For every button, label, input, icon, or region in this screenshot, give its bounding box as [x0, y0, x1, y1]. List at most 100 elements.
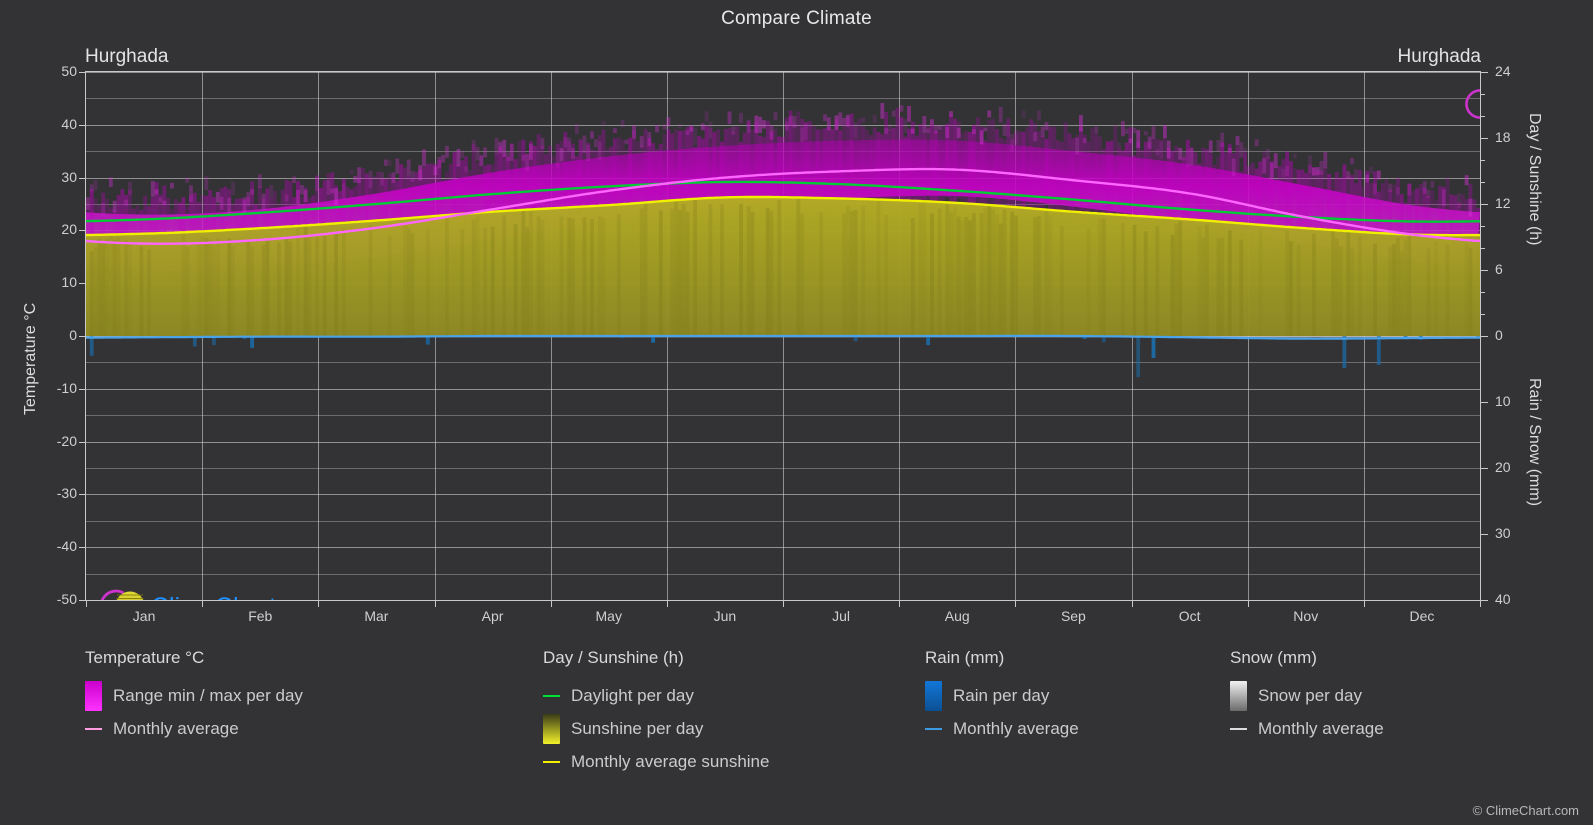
y-tick-right-day: 12 — [1495, 195, 1511, 211]
temp-speckle — [933, 125, 938, 134]
legend-column-2: Day / Sunshine (h) Daylight per day Sunshi… — [543, 648, 769, 778]
sunshine-day-column — [101, 241, 106, 336]
sunshine-day-column — [937, 208, 942, 336]
y-tick-left: 30 — [61, 168, 77, 185]
sunshine-day-column — [846, 205, 850, 336]
y-tick-left: 20 — [61, 221, 77, 238]
temp-day-column — [910, 121, 915, 209]
climate-chart-plot[interactable]: ClimeChart.com ClimeChart.com — [85, 71, 1481, 601]
legend-item[interactable]: Sunshine per day — [543, 712, 769, 745]
temp-speckle — [101, 202, 106, 217]
temp-speckle — [1121, 121, 1125, 137]
sunshine-day-column — [105, 238, 109, 336]
temp-speckle — [215, 191, 220, 203]
temp-speckle — [563, 137, 568, 148]
temp-speckle — [853, 122, 858, 139]
temp-speckle — [590, 131, 594, 139]
legend-item[interactable]: Range min / max per day — [85, 679, 303, 712]
temp-day-column — [1143, 141, 1148, 226]
sunshine-day-column — [571, 218, 575, 336]
sunshine-day-column — [1258, 229, 1263, 336]
rain-bars — [89, 336, 1480, 378]
y-tick-right-day-mark — [1481, 336, 1488, 337]
temp-speckle — [540, 138, 545, 150]
temp-speckle — [1220, 132, 1225, 148]
temp-speckle — [368, 170, 373, 189]
x-tick-sep: Sep — [1060, 608, 1086, 624]
temp-speckle — [788, 116, 793, 126]
temp-day-column — [1040, 136, 1045, 212]
temp-speckle — [269, 185, 274, 199]
sunshine-day-column — [93, 246, 98, 336]
sunshine-day-column — [1334, 238, 1339, 336]
sunshine-day-column — [972, 213, 976, 336]
x-tickmark — [434, 601, 436, 607]
temp-speckle — [826, 117, 831, 131]
temp-speckle — [910, 128, 915, 134]
temp-day-column — [983, 140, 988, 211]
temp-speckle — [1354, 169, 1358, 180]
sunshine-day-column — [1048, 216, 1053, 336]
legend-item[interactable]: Monthly average — [1230, 712, 1384, 745]
sunshine-day-column — [483, 227, 488, 336]
temp-speckle — [662, 124, 667, 130]
sunshine-day-column — [819, 212, 824, 336]
temp-speckle — [154, 189, 159, 195]
sunshine-day-column — [540, 219, 545, 336]
temp-speckle — [1014, 129, 1018, 145]
x-tickmark — [1015, 601, 1017, 607]
legend-item[interactable]: Snow per day — [1230, 679, 1384, 712]
y-tick-left: -30 — [56, 485, 77, 502]
temp-speckle — [502, 139, 507, 157]
legend-item[interactable]: Monthly average — [85, 712, 303, 745]
sunshine-day-column — [597, 216, 602, 336]
temp-speckle — [1468, 198, 1473, 217]
sunshine-day-column — [765, 207, 770, 336]
temp-speckle — [1002, 124, 1007, 136]
sunshine-day-column — [1155, 226, 1160, 336]
sunshine-day-column — [181, 234, 186, 336]
sunshine-day-column — [681, 203, 686, 336]
legend-item[interactable]: Daylight per day — [543, 679, 769, 712]
temp-speckle — [731, 126, 736, 135]
y-tick-right-precip-mark — [1481, 402, 1488, 403]
temp-speckle — [804, 123, 808, 140]
temp-speckle — [170, 182, 174, 189]
temp-speckle — [574, 124, 579, 135]
temp-speckle — [1075, 137, 1080, 155]
y-tick-right-day-mark — [1481, 270, 1488, 271]
city-label-left: Hurghada — [85, 46, 169, 67]
sunshine-day-column — [1312, 233, 1316, 336]
temp-speckle — [571, 148, 575, 159]
sunshine-day-column — [108, 236, 113, 336]
temp-day-column — [1056, 140, 1060, 214]
sunshine-day-column — [708, 204, 713, 336]
temp-speckle — [1262, 158, 1267, 174]
sunshine-day-column — [1227, 230, 1232, 336]
y-tick-left: -50 — [56, 591, 77, 607]
temp-speckle — [521, 154, 526, 161]
temp-speckle — [383, 159, 388, 166]
temp-day-column — [998, 137, 1003, 213]
sunshine-day-column — [1201, 237, 1206, 336]
legend-item[interactable]: Monthly average sunshine — [543, 745, 769, 778]
x-tickmark — [1247, 601, 1249, 607]
temp-speckle — [1208, 140, 1213, 153]
temp-speckle — [689, 125, 694, 132]
climechart-logo-icon: ClimeChart.com — [1465, 89, 1480, 119]
x-tick-may: May — [595, 608, 622, 624]
sunshine-day-column — [995, 214, 999, 336]
sunshine-day-column — [1174, 224, 1179, 336]
legend-line-icon — [1230, 714, 1247, 744]
temp-speckle — [1323, 152, 1328, 169]
sunshine-day-column — [769, 211, 774, 336]
sunshine-day-column — [678, 210, 682, 336]
legend-item[interactable]: Rain per day — [925, 679, 1079, 712]
y-tick-left: 40 — [61, 115, 77, 132]
sunshine-day-column — [246, 241, 251, 336]
sunshine-day-column — [1086, 227, 1091, 336]
legend-item[interactable]: Monthly average — [925, 712, 1079, 745]
sunshine-day-column — [945, 204, 950, 336]
sunshine-day-column — [334, 232, 339, 336]
temp-speckle — [1441, 189, 1446, 206]
